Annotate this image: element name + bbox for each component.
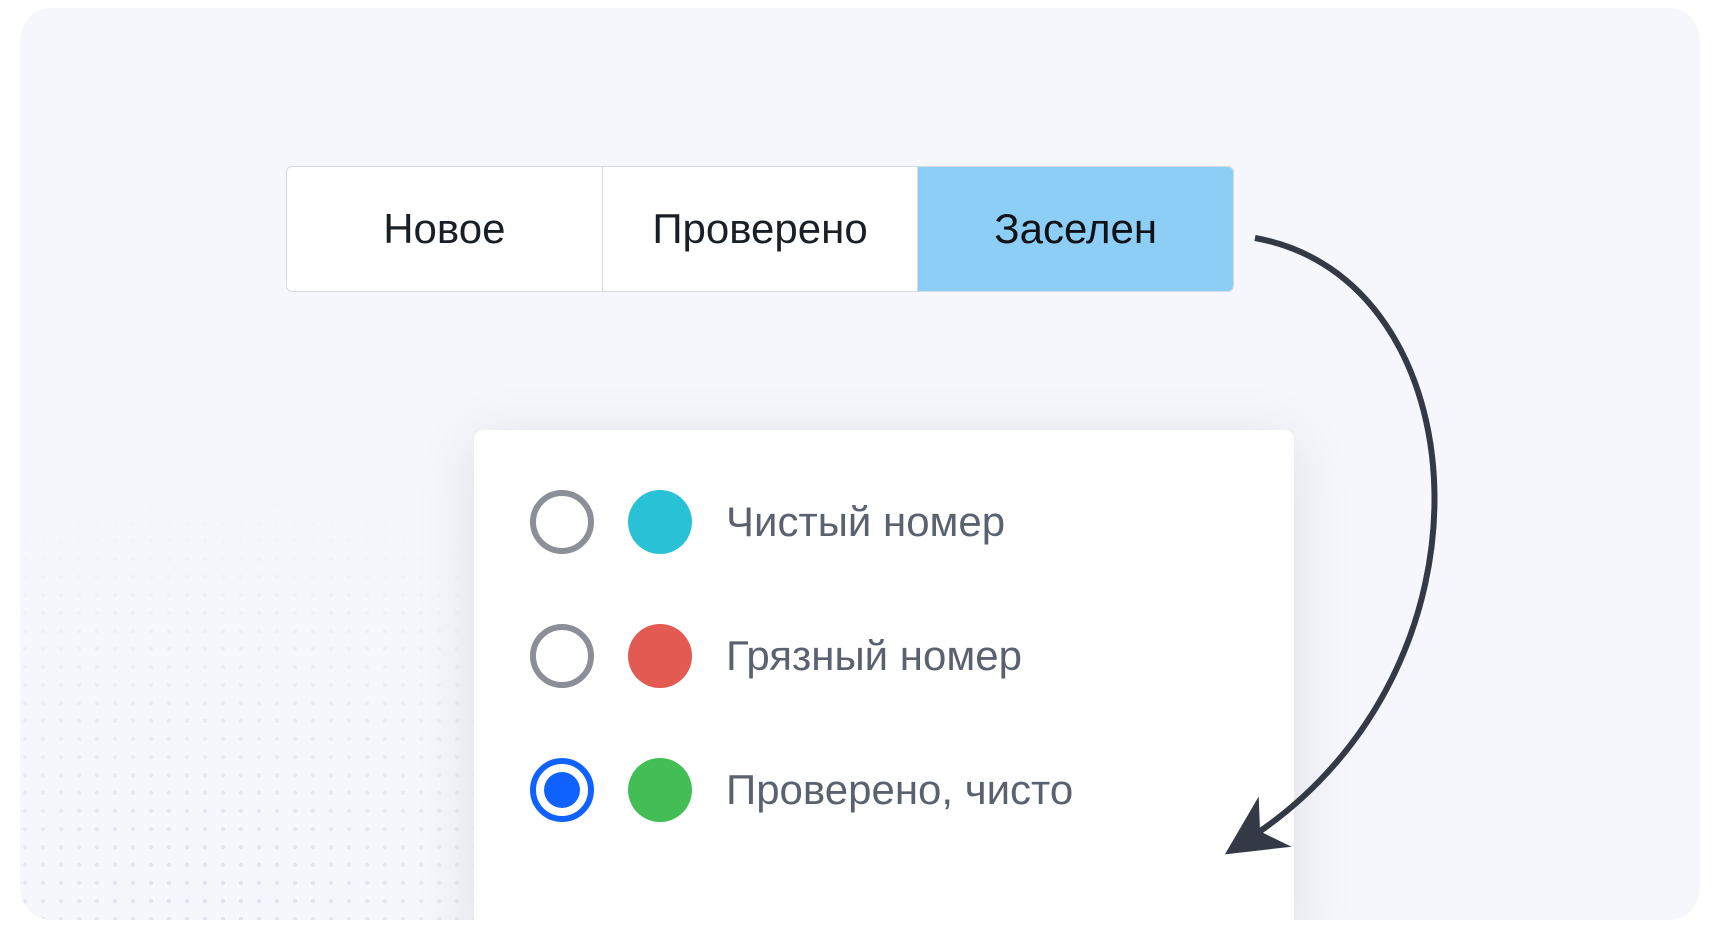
- tab-new[interactable]: Новое: [287, 167, 603, 291]
- radio-inner-dot: [544, 772, 580, 808]
- option-label: Проверено, чисто: [726, 766, 1073, 814]
- tab-label: Проверено: [652, 205, 867, 253]
- radio-checked-clean[interactable]: [530, 758, 594, 822]
- status-tabs: Новое Проверено Заселен: [286, 166, 1234, 292]
- option-row[interactable]: Проверено, чисто: [530, 758, 1238, 822]
- tab-label: Заселен: [994, 205, 1157, 253]
- radio-clean-room[interactable]: [530, 490, 594, 554]
- connector-arrow-icon: [1160, 228, 1500, 878]
- status-color-dot: [628, 490, 692, 554]
- status-color-dot: [628, 758, 692, 822]
- radio-dirty-room[interactable]: [530, 624, 594, 688]
- tab-checked[interactable]: Проверено: [603, 167, 919, 291]
- tab-label: Новое: [383, 205, 505, 253]
- option-label: Грязный номер: [726, 632, 1022, 680]
- option-row[interactable]: Чистый номер: [530, 490, 1238, 554]
- option-label: Чистый номер: [726, 498, 1005, 546]
- status-color-dot: [628, 624, 692, 688]
- option-row[interactable]: Грязный номер: [530, 624, 1238, 688]
- illustration-card: Новое Проверено Заселен Чистый номер Гря…: [20, 8, 1700, 920]
